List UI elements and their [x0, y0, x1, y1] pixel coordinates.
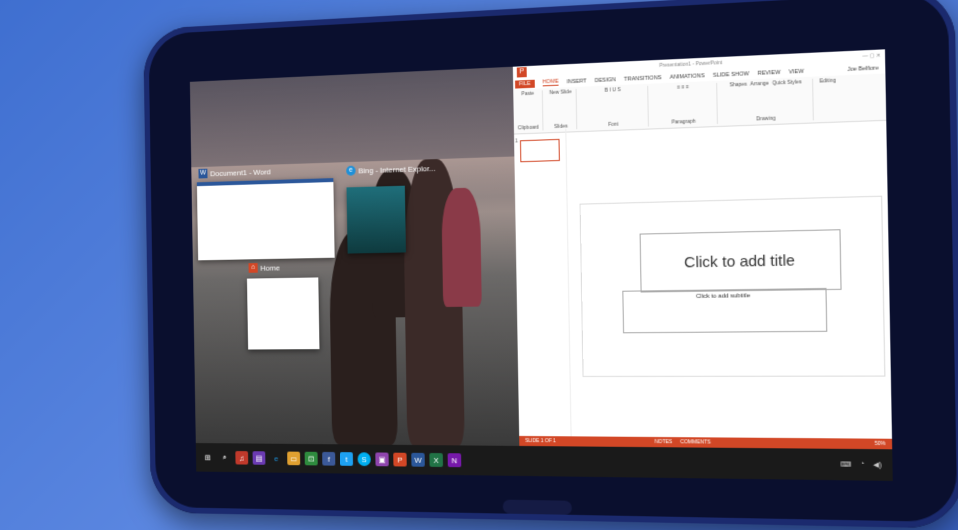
- tab-slide-show[interactable]: SLIDE SHOW: [713, 71, 749, 79]
- zoom-level[interactable]: 50%: [875, 441, 886, 447]
- tablet-home-button[interactable]: [502, 499, 572, 515]
- twitter-icon[interactable]: t: [339, 452, 354, 466]
- user-name[interactable]: Joe Belfiore: [847, 65, 879, 73]
- title-placeholder[interactable]: Click to add title: [639, 229, 842, 293]
- app-icon[interactable]: ▤: [252, 451, 266, 465]
- skype-icon[interactable]: S: [357, 452, 371, 467]
- slide-canvas[interactable]: Click to add title Click to add subtitle: [580, 196, 885, 376]
- window-controls[interactable]: — ▢ ✕: [863, 53, 881, 60]
- tab-view[interactable]: VIEW: [789, 68, 804, 75]
- tab-file[interactable]: FILE: [515, 79, 535, 89]
- group-font: B I U S Font: [582, 85, 649, 129]
- network-icon[interactable]: ◔: [860, 461, 865, 469]
- child-silhouette: [441, 187, 482, 307]
- internet-explorer-icon[interactable]: e: [270, 451, 283, 465]
- desktop-background: W Document1 - Word e Bing - Internet Exp…: [189, 66, 520, 446]
- internet-explorer-icon: e: [346, 165, 356, 176]
- system-tray: ⌨ ◔ ◀): [840, 460, 882, 470]
- file-explorer-icon[interactable]: ▭: [287, 451, 301, 466]
- subtitle-placeholder[interactable]: Click to add subtitle: [622, 287, 828, 334]
- tab-insert[interactable]: INSERT: [567, 78, 587, 85]
- powerpoint-taskbar-icon[interactable]: P: [393, 452, 407, 467]
- font-controls[interactable]: B I U S: [605, 87, 621, 94]
- onenote-taskbar-icon[interactable]: N: [447, 453, 462, 468]
- editing-button[interactable]: Editing: [819, 78, 836, 85]
- windows-start-icon[interactable]: ⊞: [201, 451, 214, 464]
- keyboard-icon[interactable]: ⌨: [840, 460, 851, 468]
- word-thumb-label: Document1 - Word: [210, 167, 271, 178]
- quick-styles-button[interactable]: Quick Styles: [772, 79, 802, 86]
- slide-number: 1: [515, 138, 518, 145]
- tablet-device: W Document1 - Word e Bing - Internet Exp…: [143, 0, 958, 529]
- home-icon: ⌂: [248, 263, 258, 273]
- explorer-window-thumbnail[interactable]: [246, 277, 320, 350]
- new-slide-button[interactable]: New Slide: [549, 89, 571, 96]
- ie-window-thumbnail[interactable]: [346, 185, 406, 254]
- tab-animations[interactable]: ANIMATIONS: [670, 73, 705, 81]
- slide-thumbnail[interactable]: [519, 138, 560, 163]
- shapes-button[interactable]: Shapes: [729, 82, 747, 89]
- tab-transitions[interactable]: TRANSITIONS: [624, 75, 662, 83]
- notes-button[interactable]: NOTES: [655, 439, 673, 445]
- group-slides: New Slide Slides: [549, 88, 578, 131]
- taskbar: ⊞ ⌕ ♫ ▤ e ▭ ⊡ f t S ▣ P W X N ⌨ ◔ ◀): [195, 443, 893, 481]
- powerpoint-window: P Presentation1 - PowerPoint — ▢ ✕ FILE …: [512, 49, 893, 450]
- explorer-thumb-title[interactable]: ⌂ Home: [248, 263, 280, 273]
- group-drawing: Shapes Arrange Quick Styles Drawing: [723, 78, 814, 124]
- slide-info: SLIDE 1 OF 1: [525, 437, 556, 445]
- word-window-thumbnail[interactable]: [196, 178, 335, 261]
- tablet-screen: W Document1 - Word e Bing - Internet Exp…: [189, 49, 893, 481]
- group-paragraph-label: Paragraph: [671, 118, 696, 126]
- arrange-button[interactable]: Arrange: [750, 81, 769, 88]
- powerpoint-icon: P: [516, 67, 527, 78]
- tab-review[interactable]: REVIEW: [757, 69, 780, 76]
- search-icon[interactable]: ⌕: [218, 451, 231, 465]
- ppt-window-title: Presentation1 - PowerPoint: [659, 60, 723, 70]
- paragraph-controls[interactable]: ≡ ≡ ≡: [677, 84, 689, 91]
- group-drawing-label: Drawing: [756, 115, 776, 123]
- group-editing: Editing: [819, 78, 840, 121]
- word-icon: W: [198, 168, 208, 179]
- word-taskbar-icon[interactable]: W: [411, 452, 425, 467]
- paste-button[interactable]: Paste: [521, 91, 534, 98]
- group-font-label: Font: [608, 121, 619, 129]
- group-clipboard: Paste Clipboard: [517, 90, 544, 132]
- ie-thumb-label: Bing - Internet Explor...: [358, 163, 436, 175]
- facebook-icon[interactable]: f: [322, 451, 336, 466]
- app2-icon[interactable]: ▣: [375, 452, 389, 467]
- group-paragraph: ≡ ≡ ≡ Paragraph: [654, 82, 718, 127]
- store-icon[interactable]: ⊡: [304, 451, 318, 466]
- tab-home[interactable]: HOME: [542, 78, 559, 87]
- comments-button[interactable]: COMMENTS: [680, 439, 710, 445]
- volume-icon[interactable]: ◀): [873, 461, 882, 469]
- tab-design[interactable]: DESIGN: [595, 77, 616, 84]
- music-icon[interactable]: ♫: [235, 451, 249, 465]
- slide-thumbnail-pane: 1: [513, 128, 572, 447]
- explorer-thumb-label: Home: [260, 263, 280, 273]
- excel-taskbar-icon[interactable]: X: [429, 453, 444, 467]
